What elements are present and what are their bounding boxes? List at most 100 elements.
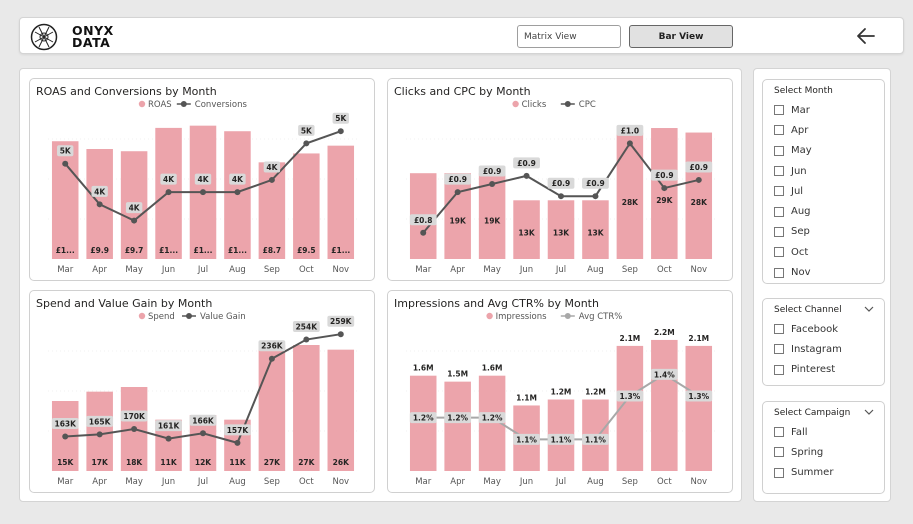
slicer-option[interactable]: Spring — [774, 442, 833, 462]
slicer-option[interactable]: Jun — [774, 161, 812, 181]
bar-label: £1... — [228, 246, 247, 255]
x-tick-label: Apr — [92, 477, 107, 487]
slicer-option[interactable]: Oct — [774, 242, 812, 262]
bar — [293, 153, 320, 259]
slicer-option-label: Oct — [791, 246, 809, 258]
slicer-option[interactable]: Aug — [774, 201, 812, 221]
line-point — [303, 140, 310, 147]
slicer-option-label: Summer — [791, 467, 834, 479]
line-point — [200, 430, 206, 437]
slicer-option[interactable]: Facebook — [774, 319, 842, 339]
bar — [293, 345, 320, 471]
line-point — [303, 336, 310, 343]
month-options: Mar Apr May Jun Jul Aug Sep Oct Nov — [774, 100, 812, 283]
line-label: £0.9 — [517, 159, 536, 168]
slicer-option-label: Nov — [791, 267, 811, 279]
line-point — [420, 229, 427, 236]
bar-label: 2.1M — [620, 334, 641, 343]
checkbox[interactable] — [774, 247, 784, 258]
line-point — [337, 128, 344, 135]
arrow-left-icon[interactable] — [854, 24, 878, 48]
x-tick-label: May — [483, 477, 501, 487]
x-tick-label: Jul — [197, 477, 208, 487]
x-tick-label: Mar — [57, 477, 74, 487]
slicer-option[interactable]: Jul — [774, 181, 812, 201]
legend-line-marker — [180, 101, 187, 107]
checkbox[interactable] — [774, 344, 784, 355]
bar-label: £9.5 — [297, 246, 316, 255]
line-label: 236K — [261, 342, 284, 351]
line-point — [268, 355, 275, 362]
line-point — [62, 160, 69, 167]
bar — [651, 339, 678, 471]
line-label: 163K — [54, 419, 77, 428]
line-label: 1.1% — [551, 435, 572, 444]
legend-bar-swatch — [138, 100, 146, 108]
bar-label: 28K — [622, 198, 639, 207]
checkbox[interactable] — [774, 364, 784, 375]
checkbox[interactable] — [774, 166, 784, 177]
checkbox[interactable] — [774, 267, 784, 278]
line-label: 157K — [227, 426, 250, 435]
bar-label: £1... — [56, 246, 75, 255]
checkbox[interactable] — [774, 467, 784, 478]
checkbox[interactable] — [774, 226, 784, 237]
chart-card-roas-conversions: ROAS and Conversions by Month ROAS Conver… — [29, 78, 375, 281]
bar-label: 1.2M — [585, 388, 606, 397]
chart-card-spend-value-gain: Spend and Value Gain by Month Spend Value… — [29, 290, 375, 493]
charts-panel: ROAS and Conversions by Month ROAS Conver… — [19, 68, 742, 502]
bar-label: 13K — [553, 229, 570, 238]
bar-label: 13K — [518, 229, 535, 238]
checkbox[interactable] — [774, 206, 784, 217]
line-point — [165, 189, 172, 196]
slicer-option[interactable]: Mar — [774, 100, 812, 120]
slicer-option-label: Pinterest — [791, 364, 836, 376]
slicer-option[interactable]: Summer — [774, 463, 833, 483]
slicer-option[interactable]: Fall — [774, 422, 833, 442]
checkbox[interactable] — [774, 427, 784, 438]
bar-label: 29K — [656, 196, 673, 205]
line-label: 161K — [158, 422, 181, 431]
line-label: 1.2% — [482, 414, 503, 423]
bar — [327, 349, 355, 471]
line-label: 4K — [129, 204, 141, 213]
bar-label: £1... — [159, 246, 178, 255]
checkbox[interactable] — [774, 105, 784, 116]
chevron-down-icon[interactable] — [864, 305, 874, 313]
bar-label: 1.5M — [447, 370, 468, 379]
bar-view-button[interactable]: Bar View — [629, 25, 733, 48]
legend-line-marker — [564, 101, 571, 107]
bar-label: 17K — [92, 458, 109, 467]
filter-panel: Select Month Mar Apr May Jun Jul Aug Sep Oct Nov… — [753, 68, 891, 502]
checkbox[interactable] — [774, 145, 784, 156]
checkbox[interactable] — [774, 447, 784, 458]
checkbox[interactable] — [774, 186, 784, 197]
x-tick-label: Jun — [519, 265, 533, 275]
legend-line-label: Avg CTR% — [579, 312, 623, 322]
roas-conversions-chart: ROAS Conversions £1... £9.9 £9.7 £1... £1... £1… — [48, 100, 358, 275]
x-tick-label: Nov — [332, 265, 349, 275]
x-tick-label: Oct — [657, 265, 672, 275]
x-tick-label: Apr — [450, 477, 465, 487]
legend-bar-label: Impressions — [496, 312, 548, 322]
matrix-view-button[interactable]: Matrix View — [517, 25, 621, 48]
bar-label: 2.2M — [654, 328, 675, 337]
legend-bar-swatch — [512, 100, 519, 108]
x-tick-label: Mar — [57, 265, 74, 275]
slicer-option[interactable]: Nov — [774, 262, 812, 282]
checkbox[interactable] — [774, 324, 784, 335]
slicer-option[interactable]: Instagram — [774, 339, 842, 359]
bar-label: 1.2M — [551, 388, 572, 397]
chevron-down-icon[interactable] — [864, 408, 874, 416]
slicer-option[interactable]: Sep — [774, 222, 812, 242]
x-tick-label: Apr — [450, 265, 465, 275]
checkbox[interactable] — [774, 125, 784, 136]
line-label: £0.9 — [448, 175, 467, 184]
bar-label: 27K — [298, 458, 315, 467]
bar-label: 1.6M — [413, 364, 434, 373]
slicer-option[interactable]: Apr — [774, 120, 812, 140]
slicer-option[interactable]: May — [774, 141, 812, 161]
slicer-option[interactable]: Pinterest — [774, 360, 842, 380]
clicks-cpc-chart: ClicksCPC19K19K19K13K13K13K28K29K28K£0.8… — [406, 100, 716, 275]
bar-label: 27K — [264, 458, 281, 467]
